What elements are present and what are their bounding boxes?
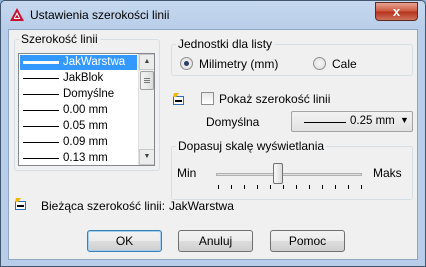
list-item-label: 0.13 mm [63,152,108,164]
slider-tick [335,185,336,189]
dialog-window: Ustawienia szerokości linii x Szerokość … [0,0,426,267]
default-lineweight-dropdown[interactable]: 0.25 mm ▼ [291,111,413,132]
lineweight-sample [23,142,59,143]
lineweight-sample [23,126,59,127]
grip-line [144,80,150,81]
radio-millimeters[interactable] [180,57,193,70]
lineweight-sample [23,78,59,79]
display-scale-group-label: Dopasuj skalę wyświetlania [176,139,327,153]
chevron-up-icon: ▲ [143,58,151,65]
title-bar[interactable]: Ustawienia szerokości linii x [1,1,425,29]
lineweight-sample [23,94,59,95]
chevron-down-icon: ▼ [143,153,151,160]
list-item-label: 0.00 mm [63,104,108,116]
chevron-down-icon: ▼ [400,115,409,125]
grip-line [144,78,150,79]
default-lineweight-label: Domyślna [206,115,260,129]
autocad-logo-icon [9,7,25,23]
slider-tick [322,185,323,189]
lineweight-display-icon [172,92,186,106]
list-item-label: JakWarstwa [63,56,126,68]
radio-millimeters-label[interactable]: Milimetry (mm) [199,57,278,71]
window-title: Ustawienia szerokości linii [30,8,170,22]
current-lineweight-value: JakWarstwa [169,199,234,213]
units-group-label: Jednostki dla listy [176,37,275,51]
slider-tick [296,185,297,189]
slider-tick [257,185,258,189]
radio-selected-dot [184,61,189,66]
slider-tick [270,185,271,189]
scroll-down-button[interactable]: ▼ [139,149,154,165]
scale-min-label: Min [177,166,197,180]
display-scale-slider-thumb[interactable] [273,163,283,184]
slider-tick [244,185,245,189]
list-item-label: 0.05 mm [63,120,108,132]
lineweight-sample [304,122,346,123]
lineweight-list[interactable]: JakWarstwa JakBlok Domyślne 0.00 mm 0.05… [18,53,155,166]
cancel-button[interactable]: Anuluj [178,230,253,252]
help-button[interactable]: Pomoc [270,230,345,252]
grip-line [144,82,150,83]
slider-tick [231,185,232,189]
list-item-005[interactable]: 0.05 mm [20,119,137,134]
default-lineweight-value: 0.25 mm [350,115,395,127]
list-item-label: 0.09 mm [63,136,108,148]
list-item-013[interactable]: 0.13 mm [20,151,137,165]
list-item-byblock[interactable]: JakBlok [20,71,137,86]
slider-tick [348,185,349,189]
lineweight-sample [23,61,59,64]
slider-tick [361,185,362,189]
slider-tick [309,185,310,189]
current-lineweight-label: Bieżąca szerokość linii: [41,199,166,213]
lineweights-group-label: Szerokość linii [19,32,100,46]
radio-inches-label[interactable]: Cale [332,57,357,71]
show-lineweight-checkbox[interactable] [201,92,214,105]
slider-tick [218,185,219,189]
list-item-bylayer[interactable]: JakWarstwa [20,55,137,70]
close-icon: x [392,4,401,19]
list-item-label: JakBlok [63,72,104,84]
list-item-000[interactable]: 0.00 mm [20,103,137,118]
scroll-up-button[interactable]: ▲ [139,54,154,70]
display-scale-slider-track[interactable] [216,173,362,176]
radio-inches[interactable] [313,57,326,70]
lineweight-sample [23,158,59,159]
list-item-009[interactable]: 0.09 mm [20,135,137,150]
dialog-client-area: Szerokość linii JakWarstwa JakBlok Domyś… [8,29,418,260]
list-item-default[interactable]: Domyślne [20,87,137,102]
scale-max-label: Maks [373,166,402,180]
list-item-label: Domyślne [63,88,115,100]
list-scrollbar[interactable]: ▲ ▼ [138,54,154,165]
show-lineweight-label[interactable]: Pokaż szerokość linii [219,92,330,106]
current-lineweight-icon [14,197,28,211]
scroll-thumb[interactable] [140,71,154,90]
lineweight-sample [23,110,59,111]
slider-tick [283,185,284,189]
close-button[interactable]: x [375,2,418,21]
ok-button[interactable]: OK [87,230,162,252]
